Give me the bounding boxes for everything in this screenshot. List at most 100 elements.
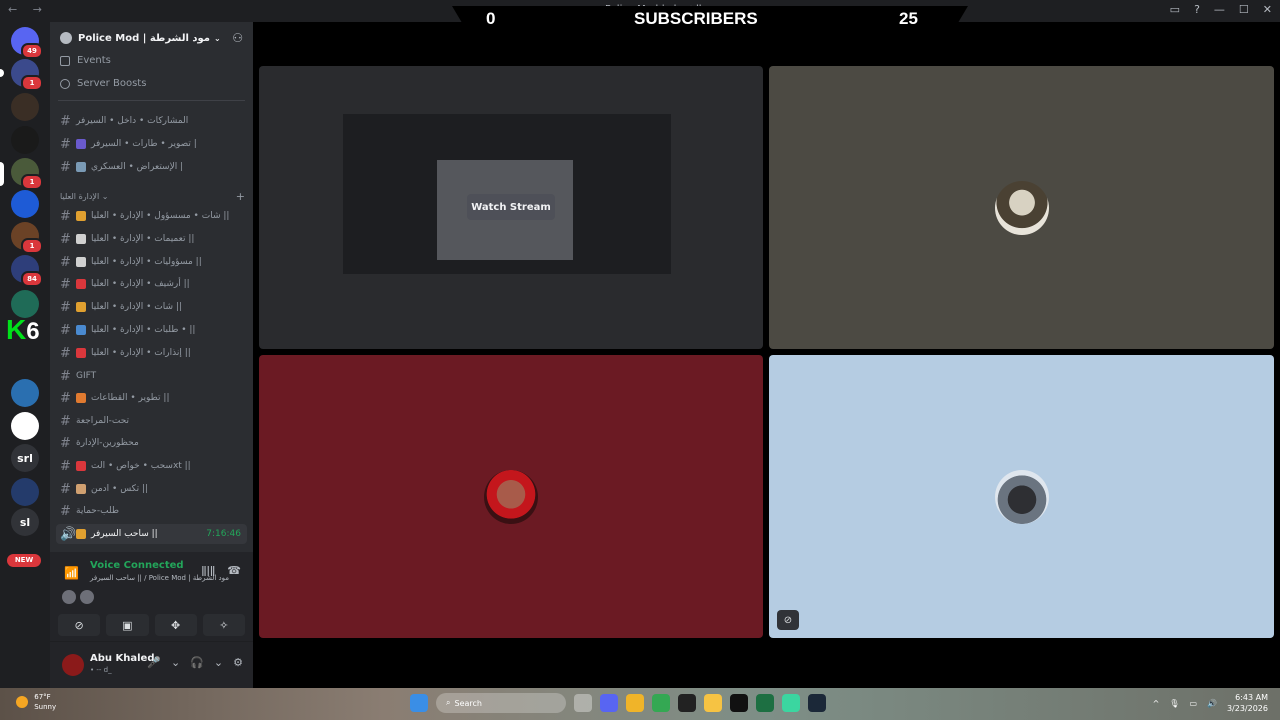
noise-suppression-icon[interactable]: ǁǀǁ [201,564,215,577]
channel-item[interactable]: # شات • مسسؤول • الإدارة • العليا || [56,206,247,226]
channel-item[interactable]: # شات • الإدارة • العليا || [56,297,247,317]
channel-label: GIFT [76,371,97,381]
guild-header[interactable]: Police Mod | مود الشرطة ⌄ ⚇ [50,22,253,54]
channel-emoji-icon [76,302,86,312]
participant-tile[interactable] [769,66,1274,349]
new-badge[interactable]: NEW [7,554,41,567]
task-view-icon[interactable] [574,694,592,712]
search-box[interactable]: ⌕ Search [436,693,566,713]
app-icon[interactable] [678,694,696,712]
screen-share-button[interactable]: ▣ [106,614,149,636]
chevron-down-icon[interactable]: ⌄ [171,656,180,669]
stream-tile[interactable]: Watch Stream [259,66,763,349]
server-icon[interactable]: 84 [11,255,43,287]
avatar[interactable] [80,590,94,604]
gear-icon[interactable]: ⚙ [233,656,243,669]
server-icon[interactable]: 1 [11,59,43,91]
activities-button[interactable]: ✥ [154,614,197,636]
avatar[interactable] [62,590,76,604]
channel-item[interactable]: # تعميمات • الإدارة • العليا || [56,229,247,249]
participant-tile[interactable]: ⊘ [769,355,1274,638]
app-icon[interactable] [626,694,644,712]
excel-icon[interactable] [756,694,774,712]
screen-share-icon[interactable]: ▭ [1170,3,1180,16]
channel-item[interactable]: # طلب-حماية [56,501,247,521]
server-icon[interactable] [11,379,39,407]
server-icon[interactable]: 1 [11,222,43,254]
mention-badge: 1 [21,75,43,91]
hash-icon: # [60,299,71,315]
events-label: Events [77,55,111,66]
add-channel-icon[interactable]: + [236,190,245,203]
channel-item[interactable]: # محظورين-الإدارة [56,433,247,453]
server-icon[interactable]: sl [11,508,39,536]
close-icon[interactable]: ✕ [1263,3,1272,16]
server-icon[interactable] [11,126,39,154]
help-icon[interactable]: ? [1194,3,1200,16]
hash-icon: # [60,159,71,175]
video-off-icon[interactable]: ⊘ [777,610,799,630]
microphone-icon[interactable]: 🎤 [147,656,161,669]
invite-icon[interactable]: ⚇ [232,31,243,45]
channel-item[interactable]: # تطوير • القطاعات || [56,388,247,408]
channel-emoji-icon [76,348,86,358]
server-icon[interactable]: 1 [11,158,43,190]
channel-item[interactable]: # طلبات • الإدارة • العليا • || [56,320,247,340]
tiktok-icon[interactable] [730,694,748,712]
hash-icon: # [60,481,71,497]
network-icon[interactable]: ▭ [1189,699,1197,708]
avatar[interactable] [62,654,84,676]
server-icon[interactable] [11,412,39,440]
start-icon[interactable] [410,694,428,712]
channel-item[interactable]: # المشاركات • داخل • السيرفر [56,111,247,131]
channel-item[interactable]: # تحت-المراجعة [56,411,247,431]
active-voice-channel[interactable]: 🔊 ساحب السيرفر || 7:16:46 [56,524,247,544]
chrome-icon[interactable] [652,694,670,712]
voice-status[interactable]: Voice Connected [90,560,184,571]
soundboard-button[interactable]: ✧ [202,614,245,636]
disconnect-icon[interactable]: ☎ [227,564,241,577]
headphones-icon[interactable]: 🎧 [190,656,204,669]
hash-icon: # [60,368,71,384]
server-icon[interactable]: 49 [11,27,43,59]
camera-off-button[interactable]: ⊘ [58,614,101,636]
signal-icon[interactable]: 📶 [64,566,79,580]
events-link[interactable]: Events [60,55,111,66]
file-explorer-icon[interactable] [704,694,722,712]
channel-emoji-icon [76,279,86,289]
server-boosts-link[interactable]: Server Boosts [60,78,146,89]
channel-item[interactable]: # مسؤوليات • الإدارة • العليا || [56,252,247,272]
participant-tile[interactable] [259,355,763,638]
clock[interactable]: 6:43 AM 3/23/2026 [1227,692,1268,714]
channel-item[interactable]: # تكس • ادمن || [56,479,247,499]
microphone-icon[interactable]: 🎙 [1169,699,1179,708]
hash-icon: # [60,413,71,429]
steam-icon[interactable] [808,694,826,712]
maximize-icon[interactable]: ☐ [1239,3,1249,16]
channel-emoji-icon [76,257,86,267]
weather-widget[interactable]: 67°F Sunny [16,692,56,712]
chevron-up-icon[interactable]: ^ [1153,699,1160,708]
server-icon[interactable]: srl [11,444,39,472]
discord-icon[interactable] [600,694,618,712]
channel-item[interactable]: # سحب • خواص • التxt || [56,456,247,476]
volume-icon[interactable]: 🔊 [1207,699,1217,708]
forward-button[interactable]: → [33,3,42,16]
server-icon[interactable] [11,478,39,506]
server-icon[interactable] [11,190,39,218]
channel-item[interactable]: # GIFT [56,366,247,386]
discord-app: ← → Police Mod | مود الشرطة ▭ ? — ☐ ✕ 0 … [0,0,1280,688]
user-name[interactable]: Abu Khaled [90,653,154,664]
server-icon[interactable] [11,93,39,121]
channel-item[interactable]: # إنذارات • الإدارة • العليا || [56,343,247,363]
app-icon[interactable] [782,694,800,712]
watch-stream-button[interactable]: Watch Stream [467,194,555,220]
chevron-down-icon[interactable]: ⌄ [214,656,223,669]
channel-item[interactable]: # الإستعراض • العسكري | [56,157,247,177]
channel-label: محظورين-الإدارة [76,438,139,448]
back-button[interactable]: ← [8,3,17,16]
channel-item[interactable]: # أرشيف • الإدارة • العليا || [56,274,247,294]
category-header[interactable]: الإدارة العليا ⌄ + [60,190,245,203]
channel-item[interactable]: # تصوير • طارات • السيرفر | [56,134,247,154]
minimize-icon[interactable]: — [1214,3,1225,16]
